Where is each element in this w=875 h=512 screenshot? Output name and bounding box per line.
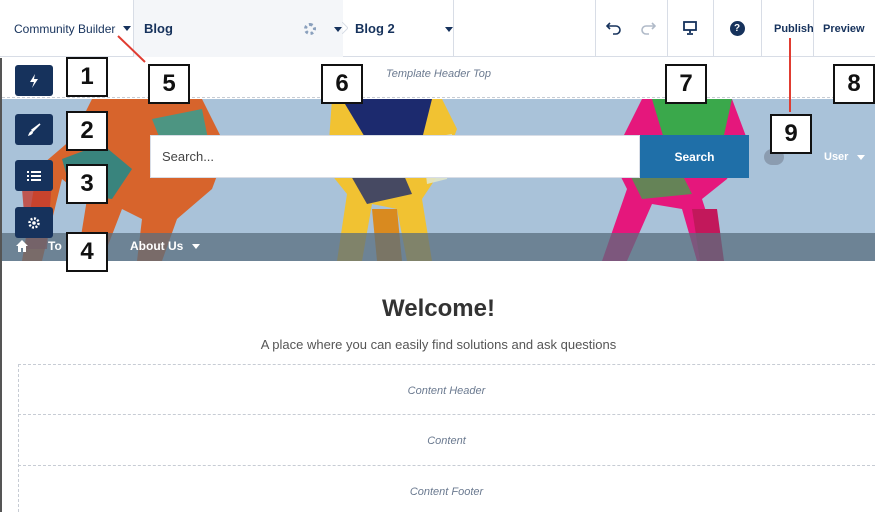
callout-6: 6 (321, 64, 363, 104)
callout-7: 7 (665, 64, 707, 104)
callout-5: 5 (148, 64, 190, 104)
callout-9: 9 (770, 114, 812, 154)
callout-4: 4 (66, 232, 108, 272)
callout-1: 1 (66, 57, 108, 97)
callout-lines (117, 35, 791, 112)
callout-8: 8 (833, 64, 875, 104)
callout-3: 3 (66, 164, 108, 204)
callout-2: 2 (66, 111, 108, 151)
